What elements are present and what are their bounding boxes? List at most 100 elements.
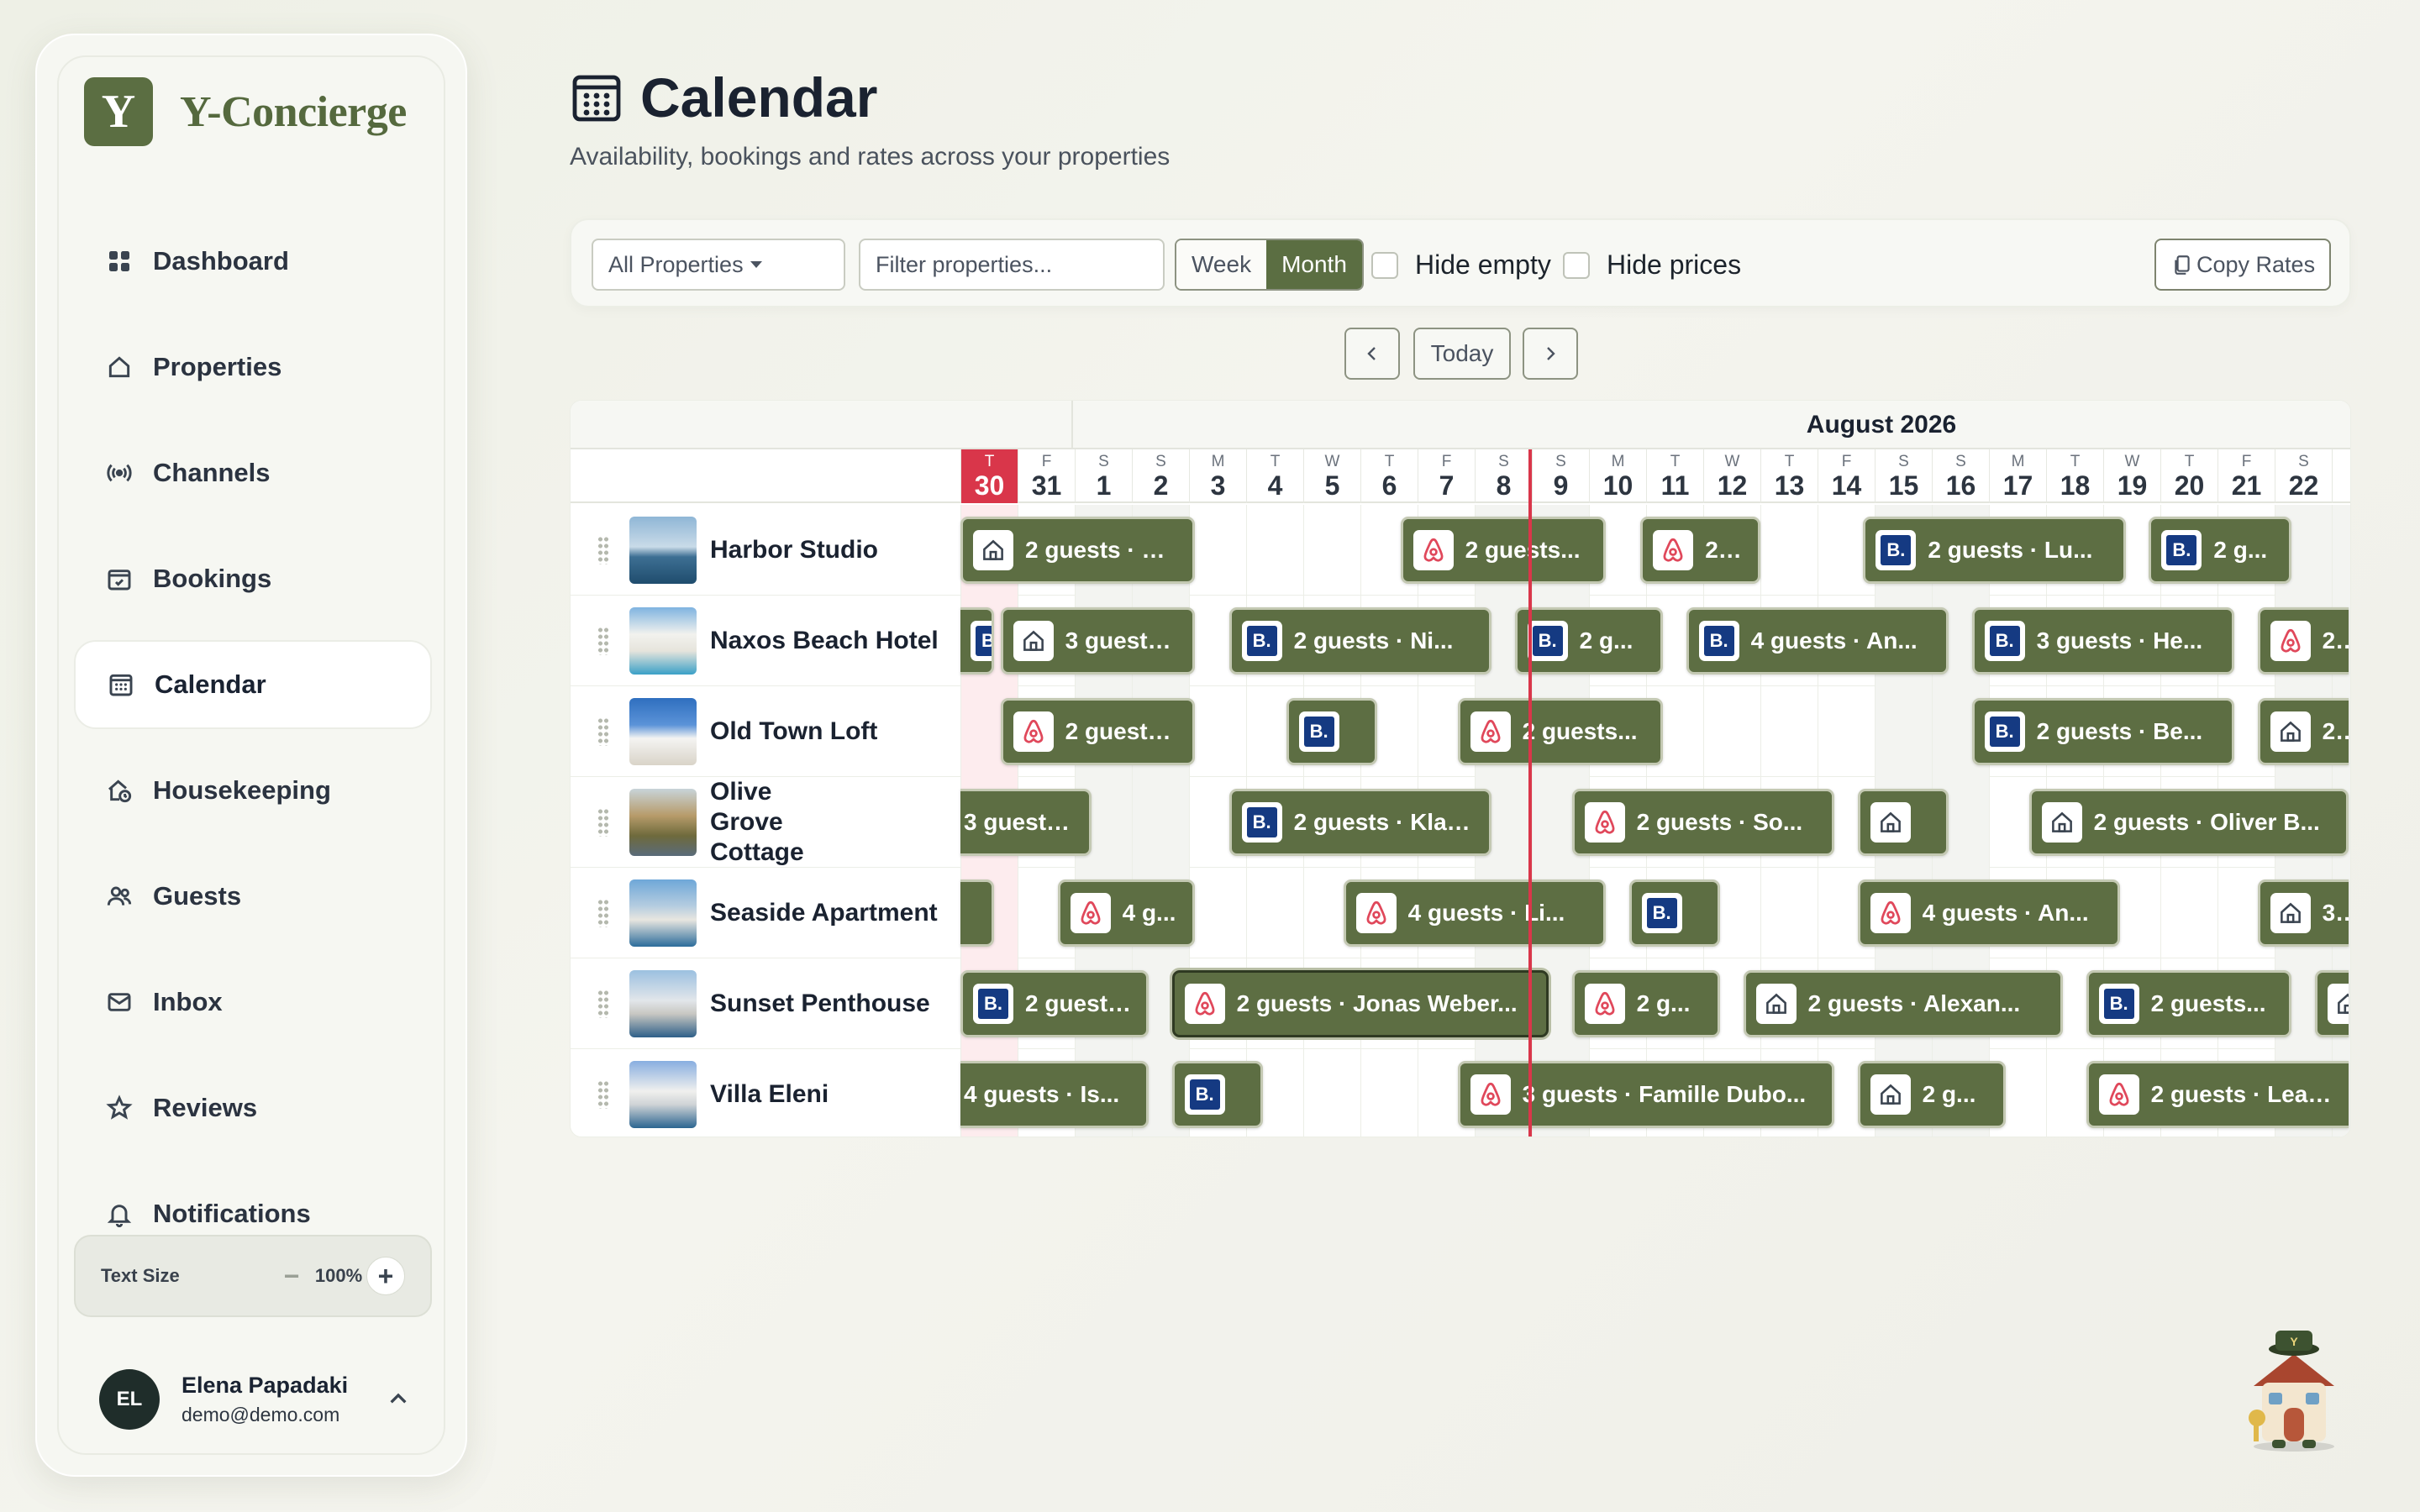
properties-select[interactable]: All Properties [592, 239, 845, 291]
drag-handle-icon[interactable] [597, 899, 609, 927]
sidebar-item-guests[interactable]: Guests [74, 852, 432, 941]
booking-label: 2 g... [1922, 1081, 1976, 1107]
previous-period-button[interactable] [1344, 328, 1400, 380]
booking-bar[interactable]: 2 g... [1640, 517, 1760, 584]
day-cell[interactable] [1246, 505, 1303, 596]
view-month-button[interactable]: Month [1266, 240, 1362, 289]
booking-bar[interactable]: 4 guests · Is... [960, 1061, 1150, 1128]
booking-bar[interactable]: 2 guests... [1457, 698, 1664, 765]
sidebar-item-properties[interactable]: Properties [74, 323, 432, 412]
property-label[interactable]: Old Town Loft [571, 686, 960, 777]
booking-bar[interactable]: 3 guests... [1000, 607, 1195, 675]
sidebar-item-inbox[interactable]: Inbox [74, 958, 432, 1047]
booking-bar[interactable]: 3 guests · Famille Dubo... [1457, 1061, 1835, 1128]
booking-bar[interactable]: 2 g... [1857, 1061, 2007, 1128]
hide-prices-toggle[interactable]: Hide prices [1563, 249, 1741, 281]
next-period-button[interactable] [1523, 328, 1578, 380]
sidebar-item-dashboard[interactable]: Dashboard [74, 217, 432, 306]
booking-bar[interactable]: 4 guests · Li... [1343, 879, 1607, 947]
day-cell[interactable] [1189, 505, 1246, 596]
day-cell[interactable] [1760, 505, 1818, 596]
booking-bar[interactable]: B. 2 guests · Lu... [1863, 517, 2127, 584]
text-size-increase-button[interactable]: + [366, 1257, 405, 1295]
view-week-button[interactable]: Week [1176, 240, 1267, 289]
drag-handle-icon[interactable] [597, 536, 609, 564]
sidebar-item-channels[interactable]: Channels [74, 428, 432, 517]
booking-bar[interactable]: 3 g... [2257, 879, 2349, 947]
user-menu[interactable]: EL Elena Papadaki demo@demo.com [74, 1356, 432, 1443]
booking-bar[interactable]: B. 2 guests... [960, 970, 1150, 1037]
sidebar-item-reviews[interactable]: Reviews [74, 1063, 432, 1152]
day-cell[interactable] [1303, 1049, 1360, 1137]
booking-bar[interactable]: 3 guests... [960, 789, 1092, 856]
booking-bar[interactable]: B. 2 guests · Be... [1971, 698, 2235, 765]
booking-bar[interactable]: 2 guests... [1000, 698, 1195, 765]
booking-bar[interactable]: B. [1628, 879, 1721, 947]
booking-bar[interactable]: B. 2 guests... [2086, 970, 2292, 1037]
copy-rates-button[interactable]: Copy Rates [2154, 239, 2331, 291]
booking-bar[interactable]: 2 guests · Lea Wo... [2086, 1061, 2349, 1128]
property-label[interactable]: Villa Eleni [571, 1049, 960, 1137]
property-label[interactable]: Naxos Beach Hotel [571, 596, 960, 686]
concierge-mascot-icon[interactable]: Y [2235, 1324, 2353, 1453]
booking-bar[interactable]: B. 4 guests · An... [1686, 607, 1949, 675]
booking-bar[interactable]: B. [1171, 1061, 1264, 1128]
booking-bar[interactable]: 2 guests · Alexan... [1743, 970, 2064, 1037]
hide-empty-toggle[interactable]: Hide empty [1371, 249, 1551, 281]
booking-bar[interactable]: B. 2 guests · Klaus & ... [1228, 789, 1492, 856]
day-cell[interactable] [1760, 868, 1818, 958]
property-label[interactable]: Seaside Apartment [571, 868, 960, 958]
day-cell[interactable] [1875, 686, 1932, 777]
sidebar-item-housekeeping[interactable]: Housekeeping [74, 746, 432, 835]
booking-bar[interactable]: 2 guests · So... [1571, 789, 1835, 856]
day-cell[interactable] [2332, 505, 2350, 596]
hide-empty-checkbox[interactable] [1371, 251, 1398, 279]
booking-bar[interactable]: 2 g... [1571, 970, 1721, 1037]
booking-bar[interactable]: B. 2 g... [2149, 517, 2292, 584]
brand[interactable]: Y Y-Concierge [84, 77, 407, 146]
booking-bar[interactable] [2314, 970, 2349, 1037]
day-cell[interactable] [1246, 868, 1303, 958]
text-size-decrease-button[interactable]: − [272, 1257, 311, 1295]
day-cell[interactable] [1818, 686, 1875, 777]
month-label: August 2026 [1806, 411, 1957, 438]
drag-handle-icon[interactable] [597, 1080, 609, 1109]
booking-label: 2 g... [1579, 627, 1634, 654]
booking-bar[interactable]: 2 g... [2257, 607, 2349, 675]
property-label[interactable]: Harbor Studio [571, 505, 960, 596]
hide-prices-checkbox[interactable] [1563, 251, 1590, 279]
booking-bar[interactable]: B. 2 guests · Ni... [1228, 607, 1492, 675]
sidebar-item-calendar[interactable]: Calendar [74, 640, 432, 729]
day-cell[interactable] [1189, 686, 1246, 777]
day-cell[interactable] [1303, 505, 1360, 596]
booking-bar[interactable]: 2 guests · Sa... [960, 517, 1195, 584]
booking-bar[interactable]: B. 2 g... [1514, 607, 1664, 675]
booking-bar[interactable]: 2 guests · Oliver B... [2028, 789, 2349, 856]
booking-bar[interactable]: 4 guests · An... [1857, 879, 2121, 947]
chevron-up-icon[interactable] [381, 1383, 415, 1416]
drag-handle-icon[interactable] [597, 627, 609, 655]
property-label[interactable]: Olive Grove Cottage [571, 777, 960, 868]
drag-handle-icon[interactable] [597, 808, 609, 837]
booking-bar[interactable]: B. 3 guests · He... [1971, 607, 2235, 675]
day-cell[interactable] [1703, 686, 1760, 777]
today-button[interactable]: Today [1413, 328, 1511, 380]
booking-bar[interactable]: 4 g... [1057, 879, 1195, 947]
booking-bar[interactable]: B. [1286, 698, 1378, 765]
filter-properties-input[interactable]: Filter properties... [859, 239, 1165, 291]
property-label[interactable]: Sunset Penthouse [571, 958, 960, 1049]
booking-bar[interactable] [1857, 789, 1949, 856]
drag-handle-icon[interactable] [597, 990, 609, 1018]
day-cell[interactable] [1760, 686, 1818, 777]
day-cell[interactable] [2160, 868, 2217, 958]
booking-bar[interactable] [960, 879, 994, 947]
booking-bar[interactable]: 2 guests... [1400, 517, 1607, 584]
day-cell[interactable] [1189, 868, 1246, 958]
day-cell[interactable] [1132, 777, 1189, 868]
booking-bar[interactable]: 2 g... [2257, 698, 2349, 765]
sidebar-item-bookings[interactable]: Bookings [74, 534, 432, 623]
booking-bar[interactable]: 2 guests · Jonas Weber... [1171, 970, 1549, 1037]
drag-handle-icon[interactable] [597, 717, 609, 746]
booking-bar[interactable]: B. [960, 607, 994, 675]
day-cell[interactable] [1360, 1049, 1418, 1137]
